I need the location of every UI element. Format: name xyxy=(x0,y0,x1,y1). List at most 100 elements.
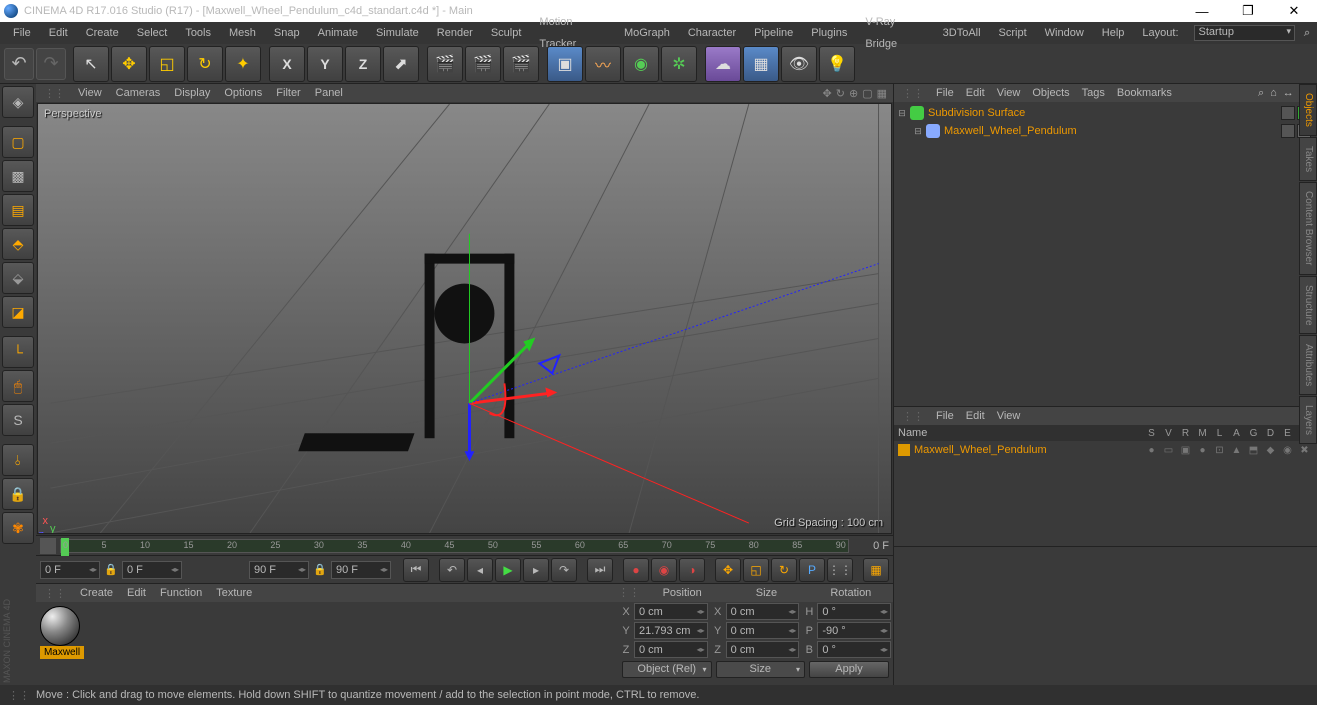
pos-y-field[interactable]: 21.793 cm◂▸ xyxy=(634,622,708,639)
object-tag[interactable] xyxy=(1281,124,1295,138)
range-lock-icon[interactable]: 🔒 xyxy=(102,561,120,579)
menu-pipeline[interactable]: Pipeline xyxy=(745,22,802,44)
render-settings[interactable]: 🎬 xyxy=(503,46,539,82)
vp-nav-icon-3[interactable]: ▢ xyxy=(862,87,872,100)
layer-toggle-9[interactable]: ✖ xyxy=(1296,445,1313,456)
object-row[interactable]: ⊟Maxwell_Wheel_Pendulum xyxy=(896,122,1315,140)
magnet-tool[interactable]: ⫰ xyxy=(2,444,34,476)
side-tab-takes[interactable]: Takes xyxy=(1299,137,1317,181)
obj-tool-icon-0[interactable]: ⌕ xyxy=(1258,87,1264,100)
layer-col-r[interactable]: R xyxy=(1177,428,1194,439)
x-axis-lock[interactable]: X xyxy=(269,46,305,82)
obj-menu-objects[interactable]: Objects xyxy=(1032,87,1069,99)
coord-mode-dropdown[interactable]: Object (Rel) xyxy=(622,661,712,678)
add-light-1[interactable]: 👁 xyxy=(781,46,817,82)
rot-key-button[interactable]: ↻ xyxy=(771,558,797,582)
vp-nav-icon-4[interactable]: ▦ xyxy=(877,87,887,100)
obj-menu-edit[interactable]: Edit xyxy=(966,87,985,99)
model-mode[interactable]: ▢ xyxy=(2,126,34,158)
menu-window[interactable]: Window xyxy=(1036,22,1093,44)
menu-v-ray-bridge[interactable]: V-Ray Bridge xyxy=(856,11,933,55)
last-tool[interactable]: ✦ xyxy=(225,46,261,82)
menu-3dtoall[interactable]: 3DToAll xyxy=(934,22,990,44)
layer-col-v[interactable]: V xyxy=(1160,428,1177,439)
prev-frame-button[interactable]: ◂ xyxy=(467,558,493,582)
add-generator[interactable]: ◉ xyxy=(623,46,659,82)
menu-sculpt[interactable]: Sculpt xyxy=(482,22,531,44)
layer-toggle-3[interactable]: ● xyxy=(1194,445,1211,456)
rot-h-field[interactable]: 0 °◂▸ xyxy=(817,603,891,620)
expand-icon[interactable]: ⊟ xyxy=(896,108,908,119)
menu-render[interactable]: Render xyxy=(428,22,482,44)
layer-color-swatch[interactable] xyxy=(898,444,910,456)
object-name[interactable]: Subdivision Surface xyxy=(926,107,1025,119)
vp-menu-view[interactable]: View xyxy=(78,87,102,99)
side-tab-objects[interactable]: Objects xyxy=(1299,84,1317,136)
extra-tool[interactable]: ✾ xyxy=(2,512,34,544)
minimize-button[interactable]: — xyxy=(1179,0,1225,22)
layer-col-s[interactable]: S xyxy=(1143,428,1160,439)
z-axis-lock[interactable]: Z xyxy=(345,46,381,82)
layer-col-g[interactable]: G xyxy=(1245,428,1262,439)
menu-help[interactable]: Help xyxy=(1093,22,1134,44)
add-environment[interactable]: ☁ xyxy=(705,46,741,82)
layout-dropdown[interactable]: Startup xyxy=(1194,25,1295,41)
expand-icon[interactable]: ⊟ xyxy=(912,126,924,137)
add-camera[interactable]: ▦ xyxy=(743,46,779,82)
layer-col-e[interactable]: E xyxy=(1279,428,1296,439)
layer-col-m[interactable]: M xyxy=(1194,428,1211,439)
material-item[interactable]: Maxwell xyxy=(40,606,84,659)
vp-menu-options[interactable]: Options xyxy=(224,87,262,99)
vp-nav-icon-0[interactable]: ✥ xyxy=(823,87,832,100)
viewport-solo[interactable]: 🖱 xyxy=(2,370,34,402)
layer-menu-edit[interactable]: Edit xyxy=(966,410,985,422)
param-key-button[interactable]: P xyxy=(799,558,825,582)
size-y-field[interactable]: 0 cm◂▸ xyxy=(726,622,800,639)
layer-toggle-7[interactable]: ◆ xyxy=(1262,445,1279,456)
layer-toggle-1[interactable]: ▭ xyxy=(1160,445,1177,456)
menu-file[interactable]: File xyxy=(4,22,40,44)
layer-menu-file[interactable]: File xyxy=(936,410,954,422)
layer-row[interactable]: Maxwell_Wheel_Pendulum●▭▣●⊡▲⬒◆◉✖ xyxy=(894,441,1317,459)
mat-menu-edit[interactable]: Edit xyxy=(127,587,146,599)
size-z-field[interactable]: 0 cm◂▸ xyxy=(726,641,800,658)
workplane-mode[interactable]: ▤ xyxy=(2,194,34,226)
obj-menu-view[interactable]: View xyxy=(997,87,1021,99)
goto-start-button[interactable]: ⏮ xyxy=(403,558,429,582)
layer-col-a[interactable]: A xyxy=(1228,428,1245,439)
menu-script[interactable]: Script xyxy=(990,22,1036,44)
menu-mograph[interactable]: MoGraph xyxy=(615,22,679,44)
add-light-2[interactable]: 💡 xyxy=(819,46,855,82)
menu-create[interactable]: Create xyxy=(77,22,128,44)
y-axis-lock[interactable]: Y xyxy=(307,46,343,82)
size-mode-dropdown[interactable]: Size xyxy=(716,661,806,678)
keyframe-sel-button[interactable]: ◑ xyxy=(679,558,705,582)
snap-toggle[interactable]: S xyxy=(2,404,34,436)
make-editable[interactable]: ◈ xyxy=(2,86,34,118)
obj-menu-bookmarks[interactable]: Bookmarks xyxy=(1117,87,1172,99)
maximize-button[interactable]: ❐ xyxy=(1225,0,1271,22)
layer-menu-view[interactable]: View xyxy=(997,410,1021,422)
scale-key-button[interactable]: ◱ xyxy=(743,558,769,582)
obj-tool-icon-1[interactable]: ⌂ xyxy=(1270,87,1277,100)
play-button[interactable]: ▶ xyxy=(495,558,521,582)
rotate-tool[interactable]: ↻ xyxy=(187,46,223,82)
search-icon[interactable]: ⌕ xyxy=(1295,22,1313,44)
add-deformer[interactable]: ✲ xyxy=(661,46,697,82)
vp-menu-panel[interactable]: Panel xyxy=(315,87,343,99)
size-x-field[interactable]: 0 cm◂▸ xyxy=(726,603,800,620)
anim-layout-button[interactable]: ▦ xyxy=(863,558,889,582)
add-cube[interactable]: ▣ xyxy=(547,46,583,82)
obj-tool-icon-2[interactable]: ↔ xyxy=(1283,87,1294,100)
range-lock-icon-2[interactable]: 🔒 xyxy=(311,561,329,579)
menu-snap[interactable]: Snap xyxy=(265,22,309,44)
close-button[interactable]: ✕ xyxy=(1271,0,1317,22)
object-tag[interactable] xyxy=(1281,106,1295,120)
apply-button[interactable]: Apply xyxy=(809,661,889,678)
layer-name[interactable]: Maxwell_Wheel_Pendulum xyxy=(914,444,1143,456)
next-key-button[interactable]: ↷ xyxy=(551,558,577,582)
layer-toggle-2[interactable]: ▣ xyxy=(1177,445,1194,456)
pos-x-field[interactable]: 0 cm◂▸ xyxy=(634,603,708,620)
layer-toggle-5[interactable]: ▲ xyxy=(1228,445,1245,456)
menu-character[interactable]: Character xyxy=(679,22,745,44)
